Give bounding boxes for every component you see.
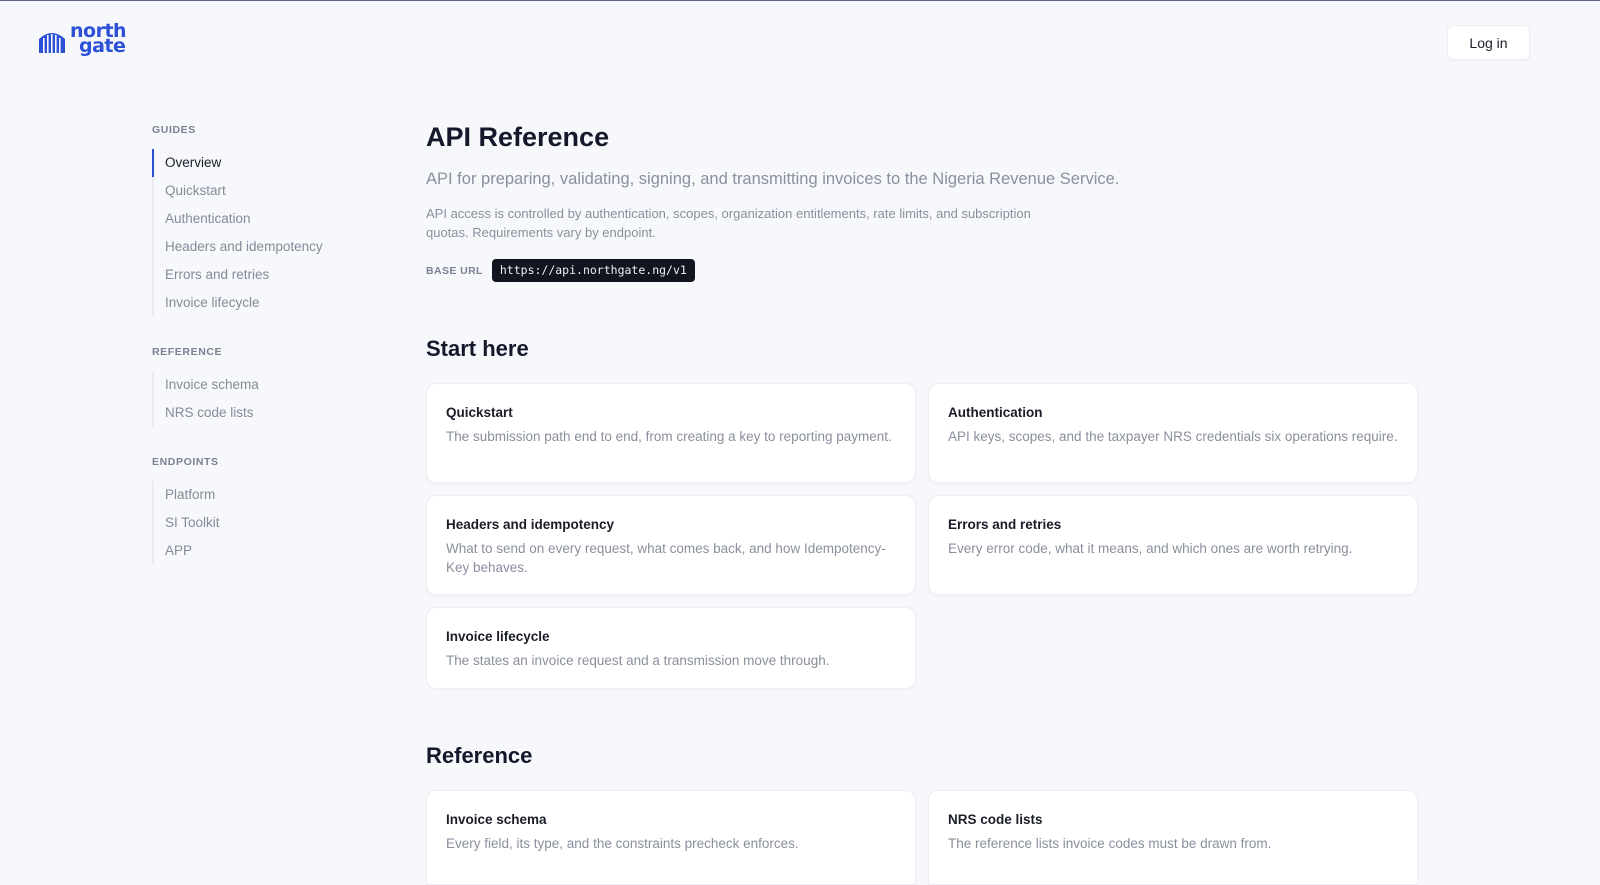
sidebar-item-authentication[interactable]: Authentication: [152, 205, 382, 233]
logo-bars-icon: [39, 33, 65, 53]
card-title: Errors and retries: [948, 517, 1062, 532]
sidebar-item-headers-idempotency[interactable]: Headers and idempotency: [152, 233, 382, 261]
card-invoice-schema[interactable]: Invoice schema Every field, its type, an…: [426, 790, 916, 885]
sidebar-nav: GUIDES Overview Quickstart Authenticatio…: [152, 123, 382, 565]
page-lead: API for preparing, validating, signing, …: [426, 170, 1120, 188]
card-authentication[interactable]: Authentication API keys, scopes, and the…: [928, 383, 1418, 483]
guides-list: Overview Quickstart Authentication Heade…: [152, 149, 382, 317]
sidebar-item-app[interactable]: APP: [152, 537, 382, 565]
sidebar-section-guides: GUIDES: [152, 124, 196, 136]
northgate-logo[interactable]: north gate: [38, 22, 127, 57]
sidebar-item-si-toolkit[interactable]: SI Toolkit: [152, 509, 382, 537]
card-description: The reference lists invoice codes must b…: [948, 836, 1272, 851]
sidebar-item-quickstart[interactable]: Quickstart: [152, 177, 382, 205]
card-title: Quickstart: [446, 405, 513, 420]
logo-wordmark: north gate: [70, 22, 127, 57]
sidebar-item-invoice-schema[interactable]: Invoice schema: [152, 371, 382, 399]
sidebar-item-nrs-code-lists[interactable]: NRS code lists: [152, 399, 382, 427]
card-title: Invoice lifecycle: [446, 629, 550, 644]
base-url-label: BASE URL: [426, 264, 483, 277]
base-url-row: BASE URL https://api.northgate.ng/v1: [426, 259, 695, 282]
card-description: The states an invoice request and a tran…: [446, 653, 830, 668]
card-title: NRS code lists: [948, 812, 1043, 827]
sidebar-item-overview[interactable]: Overview: [152, 149, 382, 177]
card-description: Every error code, what it means, and whi…: [948, 541, 1353, 556]
endpoints-list: Platform SI Toolkit APP: [152, 481, 382, 565]
page-title: API Reference: [426, 122, 610, 152]
card-description: What to send on every request, what come…: [446, 541, 886, 575]
base-url-code[interactable]: https://api.northgate.ng/v1: [491, 259, 695, 282]
sidebar-section-reference: REFERENCE: [152, 346, 223, 358]
sidebar-item-invoice-lifecycle[interactable]: Invoice lifecycle: [152, 289, 382, 317]
card-description: Every field, its type, and the constrain…: [446, 836, 799, 851]
sidebar-item-platform[interactable]: Platform: [152, 481, 382, 509]
card-title: Headers and idempotency: [446, 517, 615, 532]
page-description: API access is controlled by authenticati…: [426, 206, 1031, 240]
card-quickstart[interactable]: Quickstart The submission path end to en…: [426, 383, 916, 483]
card-headers-idempotency[interactable]: Headers and idempotency What to send on …: [426, 495, 916, 595]
reference-list: Invoice schema NRS code lists: [152, 371, 382, 427]
card-description: API keys, scopes, and the taxpayer NRS c…: [948, 429, 1398, 444]
card-title: Authentication: [948, 405, 1043, 420]
sidebar-item-errors-retries[interactable]: Errors and retries: [152, 261, 382, 289]
top-border: [0, 0, 1600, 1]
logo-line-2: gate: [79, 35, 126, 57]
card-title: Invoice schema: [446, 812, 547, 827]
login-button[interactable]: Log in: [1447, 25, 1530, 60]
card-description: The submission path end to end, from cre…: [446, 429, 892, 444]
reference-heading: Reference: [426, 743, 533, 768]
card-errors-retries[interactable]: Errors and retries Every error code, wha…: [928, 495, 1418, 595]
card-invoice-lifecycle[interactable]: Invoice lifecycle The states an invoice …: [426, 607, 916, 689]
start-here-heading: Start here: [426, 336, 529, 361]
sidebar-section-endpoints: ENDPOINTS: [152, 456, 219, 468]
card-nrs-code-lists[interactable]: NRS code lists The reference lists invoi…: [928, 790, 1418, 885]
